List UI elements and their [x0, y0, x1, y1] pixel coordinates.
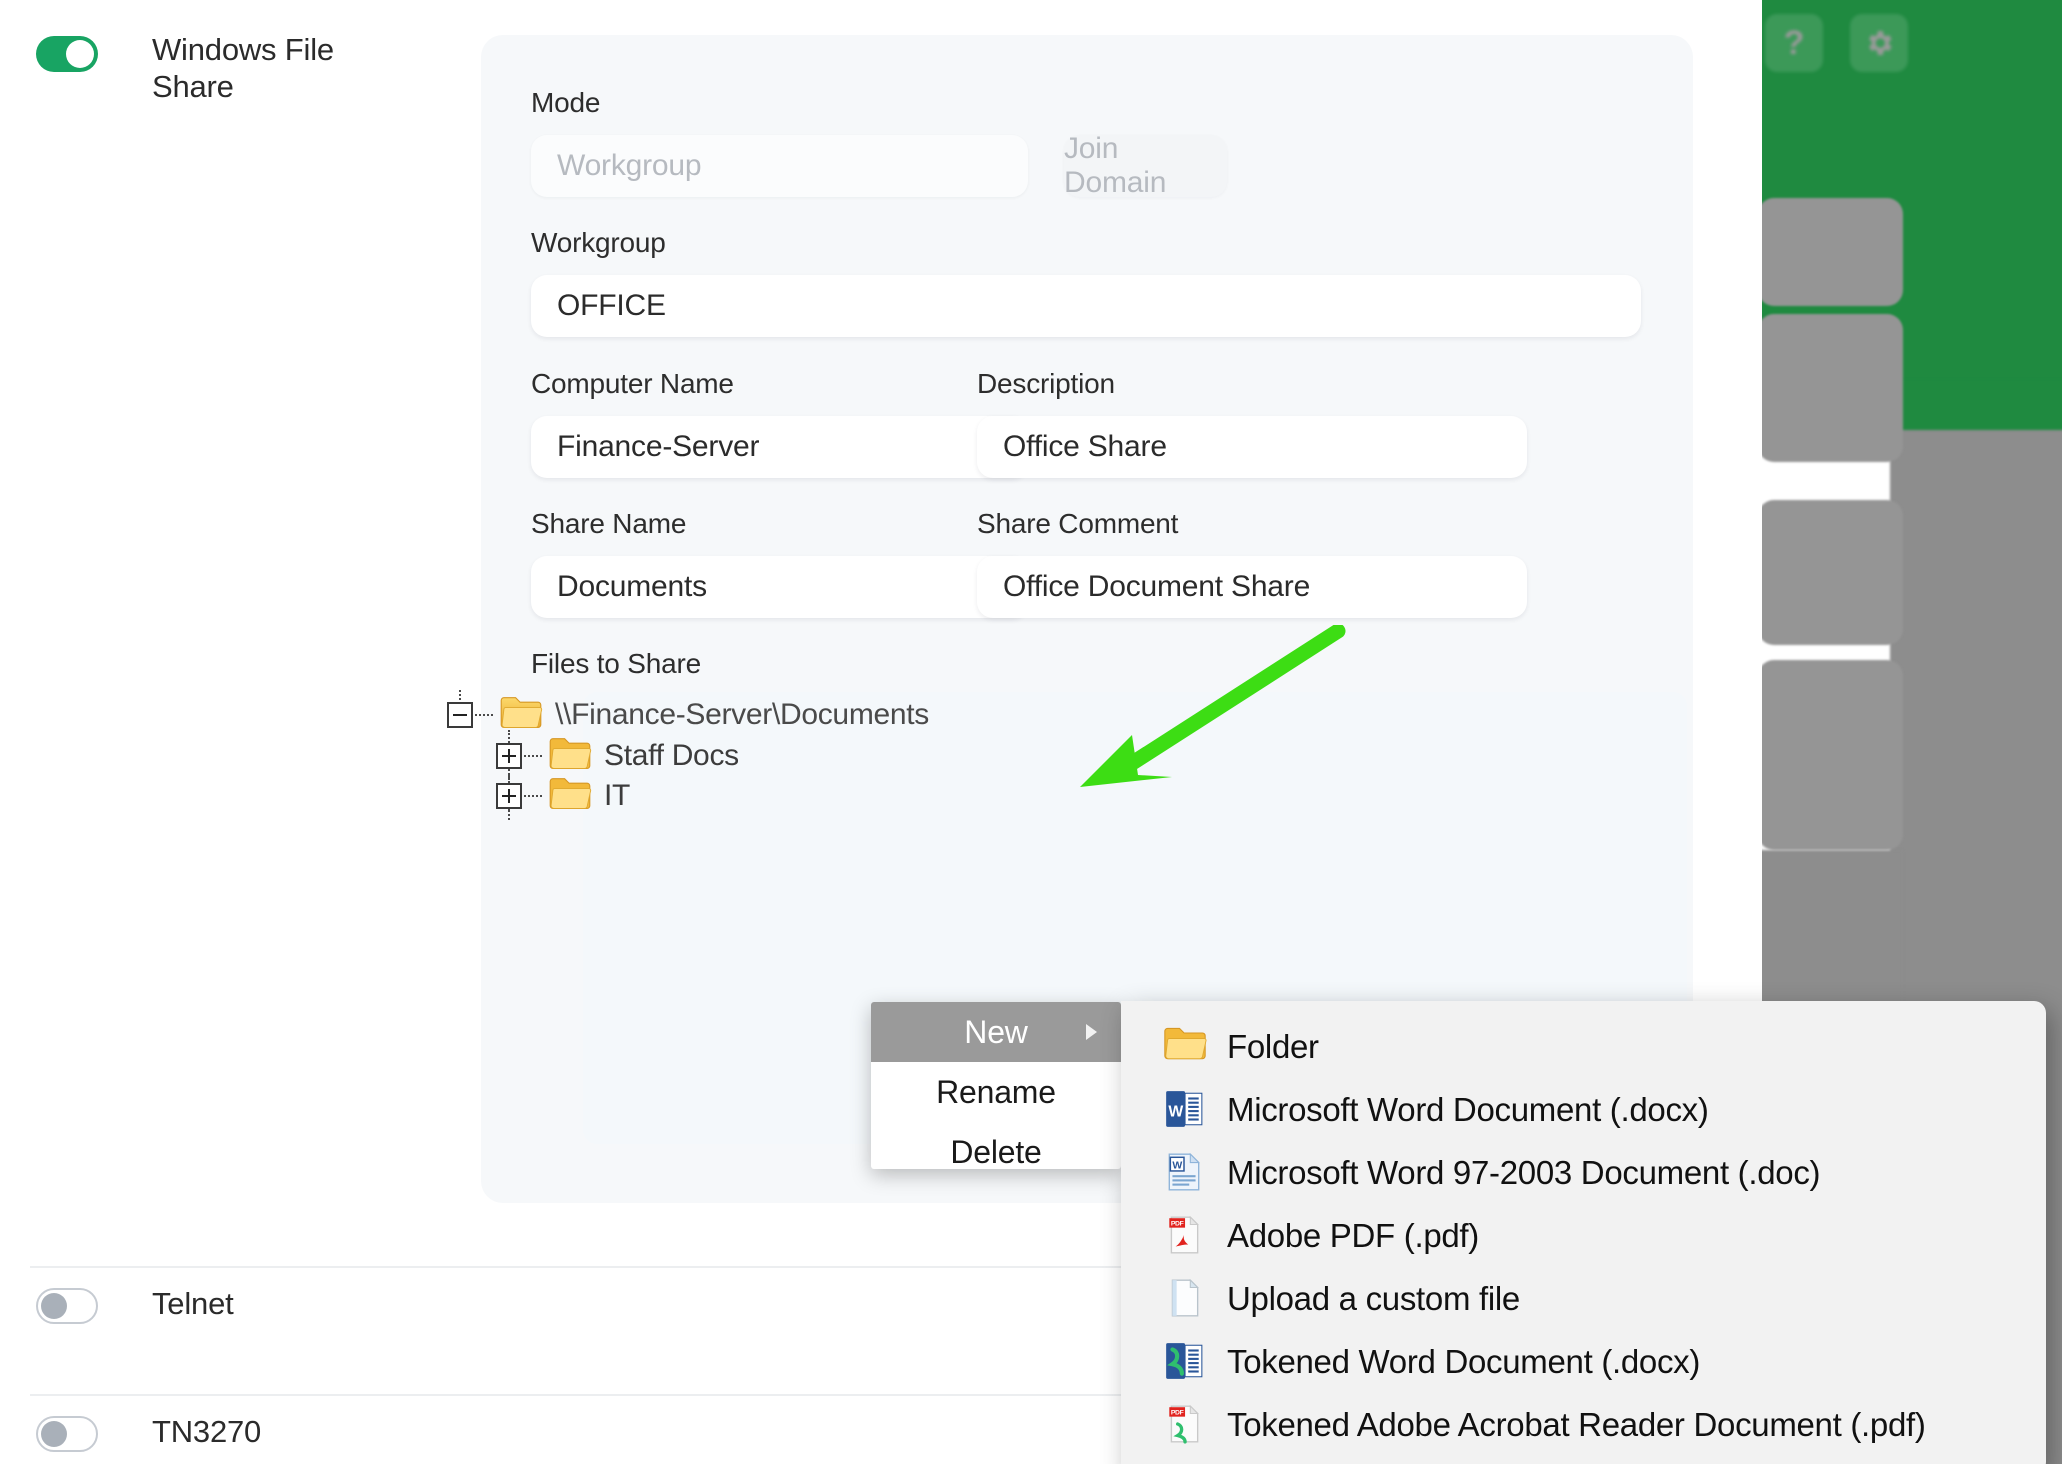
- chevron-right-icon: [1086, 1024, 1097, 1040]
- svg-text:W: W: [1168, 1103, 1183, 1120]
- context-menu-label: Rename: [936, 1074, 1056, 1111]
- gear-icon[interactable]: [1850, 14, 1908, 72]
- submenu-label: Folder: [1227, 1030, 1319, 1063]
- label-share-comment: Share Comment: [977, 508, 1178, 540]
- toggle-windows-file-share[interactable]: [36, 36, 98, 72]
- tree-collapse-toggle-root[interactable]: [447, 702, 473, 728]
- folder-icon: [1163, 1025, 1207, 1069]
- submenu-item-adobe-pdf[interactable]: PDF Adobe PDF (.pdf): [1121, 1204, 2046, 1267]
- tokened-pdf-icon: PDF: [1163, 1403, 1207, 1447]
- service-label-windows-file-share: Windows File Share: [152, 32, 402, 105]
- submenu-item-tokened-pdf[interactable]: PDF Tokened Adobe Acrobat Reader Documen…: [1121, 1393, 2046, 1456]
- service-row-telnet: Telnet: [36, 1288, 402, 1324]
- context-menu-item-delete[interactable]: Delete: [871, 1122, 1121, 1169]
- folder-icon: [548, 736, 592, 777]
- tree-node-staff-docs[interactable]: Staff Docs: [496, 736, 739, 776]
- tree-connector-dots: [475, 714, 493, 716]
- context-menu-label: New: [964, 1014, 1027, 1051]
- workgroup-input[interactable]: OFFICE: [531, 275, 1641, 337]
- submenu-item-tokened-word[interactable]: Tokened Word Document (.docx): [1121, 1330, 2046, 1393]
- context-menu-item-new[interactable]: New: [871, 1002, 1121, 1062]
- toggle-tn3270[interactable]: [36, 1416, 98, 1452]
- tree-node-label: IT: [604, 779, 630, 813]
- tree-node-it[interactable]: IT: [496, 776, 630, 816]
- app-card-top: [1758, 198, 1903, 306]
- mode-input[interactable]: Workgroup: [531, 135, 1028, 197]
- app-card-extra: [1758, 660, 1903, 850]
- tokened-word-icon: [1163, 1340, 1207, 1384]
- word-doc-icon: W: [1163, 1151, 1207, 1195]
- svg-text:PDF: PDF: [1171, 1220, 1184, 1227]
- submenu-label: Microsoft Word Document (.docx): [1227, 1093, 1709, 1126]
- tree-node-label: \\Finance-Server\Documents: [555, 698, 929, 732]
- label-description: Description: [977, 368, 1115, 400]
- share-name-input[interactable]: Documents: [531, 556, 1028, 618]
- tree-expand-toggle-staff-docs[interactable]: [496, 743, 522, 769]
- label-computer-name: Computer Name: [531, 368, 734, 400]
- submenu-item-upload-custom-file[interactable]: Upload a custom file: [1121, 1267, 2046, 1330]
- label-mode: Mode: [531, 87, 600, 119]
- computer-name-input[interactable]: Finance-Server: [531, 416, 1028, 478]
- svg-text:PDF: PDF: [1171, 1409, 1184, 1416]
- context-menu: New Rename Delete: [871, 1002, 1121, 1169]
- toggle-knob: [41, 1293, 67, 1319]
- submenu-item-word-docx[interactable]: W Microsoft Word Document (.docx): [1121, 1078, 2046, 1141]
- new-submenu: Folder W Microsoft Word Document (.docx): [1121, 1001, 2046, 1464]
- toggle-knob: [66, 40, 94, 68]
- folder-icon: [499, 695, 543, 736]
- submenu-item-word-doc[interactable]: W Microsoft Word 97-2003 Document (.doc): [1121, 1141, 2046, 1204]
- description-input[interactable]: Office Share: [977, 416, 1527, 478]
- gear-glyph: [1863, 27, 1895, 59]
- submenu-item-folder[interactable]: Folder: [1121, 1015, 2046, 1078]
- submenu-label: Tokened Adobe Acrobat Reader Document (.…: [1227, 1408, 1926, 1441]
- service-label-telnet: Telnet: [152, 1286, 402, 1323]
- service-row-windows-file-share: Windows File Share: [36, 36, 402, 105]
- submenu-label: Tokened Word Document (.docx): [1227, 1345, 1700, 1378]
- tree-expand-toggle-it[interactable]: [496, 783, 522, 809]
- share-comment-input[interactable]: Office Document Share: [977, 556, 1527, 618]
- label-workgroup: Workgroup: [531, 227, 666, 259]
- service-label-tn3270: TN3270: [152, 1414, 402, 1451]
- tree-connector-dots: [524, 795, 542, 797]
- blank-file-icon: [1163, 1277, 1207, 1321]
- submenu-label: Upload a custom file: [1227, 1282, 1520, 1315]
- context-menu-item-rename[interactable]: Rename: [871, 1062, 1121, 1122]
- join-domain-button[interactable]: Join Domain: [1064, 135, 1227, 197]
- app-card-bottom: [1758, 500, 1903, 645]
- folder-icon: [548, 776, 592, 817]
- tree-connector-dots: [524, 755, 542, 757]
- app-card-middle: [1758, 314, 1903, 462]
- toggle-knob: [41, 1421, 67, 1447]
- label-files-to-share: Files to Share: [531, 648, 701, 680]
- svg-text:W: W: [1172, 1159, 1182, 1171]
- word-docx-icon: W: [1163, 1088, 1207, 1132]
- submenu-label: Adobe PDF (.pdf): [1227, 1219, 1479, 1252]
- tree-node-label: Staff Docs: [604, 739, 739, 773]
- pdf-icon: PDF: [1163, 1214, 1207, 1258]
- help-glyph: ?: [1784, 24, 1805, 63]
- context-menu-label: Delete: [950, 1134, 1041, 1170]
- toggle-telnet[interactable]: [36, 1288, 98, 1324]
- label-share-name: Share Name: [531, 508, 686, 540]
- help-icon[interactable]: ?: [1765, 14, 1823, 72]
- tree-node-root[interactable]: \\Finance-Server\Documents: [447, 695, 929, 735]
- submenu-label: Microsoft Word 97-2003 Document (.doc): [1227, 1156, 1820, 1189]
- service-row-tn3270: TN3270: [36, 1416, 402, 1452]
